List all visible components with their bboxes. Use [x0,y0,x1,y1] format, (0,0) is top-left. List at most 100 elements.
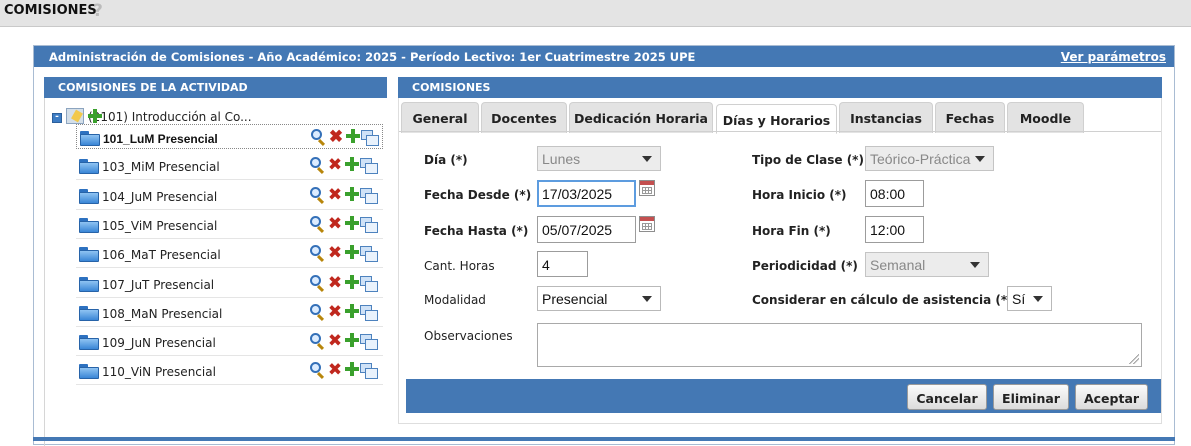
search-icon[interactable] [309,332,327,351]
search-icon[interactable] [309,274,327,292]
cant-horas-input[interactable]: 4 [537,251,588,277]
search-icon[interactable] [309,361,327,380]
search-icon[interactable] [309,303,327,321]
tree-root-label[interactable]: (2101) Introducción al Co... [88,110,252,124]
calendar-icon[interactable] [639,180,655,196]
help-icon[interactable]: ? [93,1,109,21]
copy-icon[interactable] [360,216,379,235]
comision-label[interactable]: 103_MiM Presencial [102,160,220,174]
add-icon[interactable] [345,274,359,289]
node-actions: ✖ [309,332,381,352]
tab-moodle[interactable]: Moodle [1007,102,1084,133]
delete-icon[interactable]: ✖ [327,157,343,174]
copy-icon[interactable] [360,158,379,176]
add-icon[interactable] [345,333,359,348]
add-icon[interactable] [345,215,359,230]
asistencia-value: Sí [1012,291,1026,307]
comision-node[interactable]: 104_JuM Presencial ✖ [76,183,383,210]
add-icon[interactable] [346,129,360,143]
add-icon[interactable] [345,303,359,318]
comision-node[interactable]: 109_JuN Presencial ✖ [76,329,383,357]
add-icon[interactable] [345,157,359,172]
calendar-icon[interactable] [639,216,655,232]
tree-root[interactable]: - (2101) Introducción al Co... [52,108,382,124]
admin-header-title: Administración de Comisiones - Año Acadé… [49,50,696,64]
copy-icon[interactable] [360,275,379,294]
collapse-icon[interactable]: - [52,113,62,123]
fecha-desde-input[interactable]: 17/03/2025 [537,180,636,207]
delete-icon[interactable]: ✖ [328,128,344,145]
comision-label[interactable]: 104_JuM Presencial [102,190,217,204]
add-icon[interactable] [345,362,359,377]
tab-instancias[interactable]: Instancias [839,102,933,133]
node-actions: ✖ [310,128,382,148]
delete-icon[interactable]: ✖ [327,245,343,262]
search-icon[interactable] [309,186,327,204]
ver-parametros-link[interactable]: Ver parámetros [1061,50,1166,64]
delete-button[interactable]: Eliminar [993,384,1069,410]
delete-icon[interactable]: ✖ [327,186,343,203]
add-icon[interactable] [345,186,359,201]
page-title: COMISIONES [4,3,97,18]
tab-dias-horarios[interactable]: Días y Horarios [716,104,837,134]
observaciones-textarea[interactable] [537,323,1142,367]
comision-label[interactable]: 106_MaT Presencial [102,248,221,262]
hora-inicio-input[interactable]: 08:00 [865,180,924,207]
tab-fechas[interactable]: Fechas [935,102,1005,133]
comision-label[interactable]: 108_MaN Presencial [102,307,222,321]
tab-general[interactable]: General [401,102,479,133]
comision-label[interactable]: 105_ViM Presencial [102,219,217,233]
modalidad-label: Modalidad [424,293,486,307]
delete-icon[interactable]: ✖ [327,274,343,291]
asistencia-select[interactable]: Sí [1007,286,1052,311]
search-icon[interactable] [309,215,327,233]
cant-horas-label: Cant. Horas [424,259,495,273]
modalidad-value: Presencial [542,291,608,307]
fecha-hasta-label: Fecha Hasta (*) [424,224,529,238]
comision-label[interactable]: 110_ViN Presencial [102,365,216,379]
node-actions: ✖ [309,361,381,381]
folder-icon [80,131,100,146]
comision-node[interactable]: 106_MaT Presencial ✖ [76,241,383,269]
bottom-border [33,437,1175,441]
delete-icon[interactable]: ✖ [327,333,343,350]
tab-dedicacion-horaria[interactable]: Dedicación Horaria [569,102,713,133]
comision-node[interactable]: 107_JuT Presencial ✖ [76,271,383,298]
comision-label[interactable]: 109_JuN Presencial [102,336,216,350]
copy-icon[interactable] [360,363,379,381]
comision-node[interactable]: 108_MaN Presencial ✖ [76,300,383,327]
copy-icon[interactable] [360,187,379,206]
comision-node[interactable]: 103_MiM Presencial ✖ [76,153,383,181]
accept-button[interactable]: Aceptar [1075,384,1148,410]
delete-icon[interactable]: ✖ [327,362,343,379]
fecha-hasta-input[interactable]: 05/07/2025 [537,216,636,243]
copy-icon[interactable] [360,246,379,264]
delete-icon[interactable]: ✖ [327,303,343,320]
comision-node[interactable]: 110_ViN Presencial ✖ [76,358,383,386]
comision-node[interactable]: 101_LuM Presencial ✖ [76,124,383,149]
search-icon[interactable] [309,156,327,175]
delete-icon[interactable]: ✖ [327,215,343,232]
add-icon[interactable] [345,245,359,260]
add-comision-icon[interactable] [88,109,102,123]
tab-docentes[interactable]: Docentes [481,102,567,133]
copy-icon[interactable] [361,130,380,148]
admin-header: Administración de Comisiones - Año Acadé… [34,46,1174,68]
tipo-clase-label: Tipo de Clase (*) [752,153,864,167]
node-actions: ✖ [309,215,381,235]
folder-icon [79,247,99,263]
comisiones-tree: - (2101) Introducción al Co... 101_LuM P… [44,98,387,446]
hora-fin-input[interactable]: 12:00 [865,216,924,243]
search-icon[interactable] [310,128,328,147]
comision-label[interactable]: 107_JuT Presencial [102,278,214,292]
resize-grip-icon[interactable] [1129,354,1139,364]
copy-icon[interactable] [360,304,379,323]
action-bar: Cancelar Eliminar Aceptar [406,379,1161,413]
modalidad-select[interactable]: Presencial [537,286,661,311]
cancel-button[interactable]: Cancelar [907,384,987,410]
comision-label[interactable]: 101_LuM Presencial [103,132,218,146]
search-icon[interactable] [309,244,327,263]
folder-icon [79,159,99,175]
copy-icon[interactable] [360,334,379,352]
comision-node[interactable]: 105_ViM Presencial ✖ [76,212,383,239]
